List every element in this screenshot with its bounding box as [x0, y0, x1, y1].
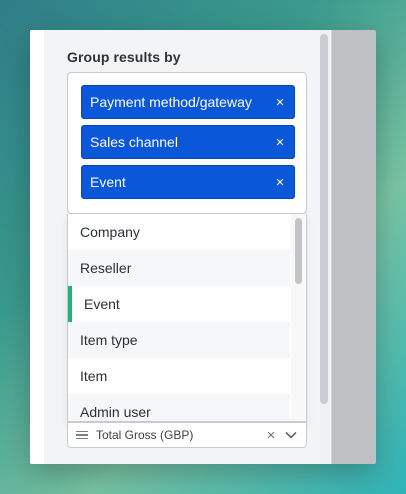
- option-admin-user[interactable]: Admin user: [68, 394, 290, 421]
- selected-tag-event: Event ×: [81, 165, 295, 199]
- option-company[interactable]: Company: [68, 214, 290, 250]
- option-event[interactable]: Event: [68, 286, 290, 322]
- metric-select[interactable]: Total Gross (GBP) ×: [67, 422, 307, 448]
- tag-label: Payment method/gateway: [90, 94, 252, 110]
- selected-tag-sales-channel: Sales channel ×: [81, 125, 295, 159]
- group-results-label: Group results by: [67, 49, 181, 65]
- selected-tag-payment-method: Payment method/gateway ×: [81, 85, 295, 119]
- option-reseller[interactable]: Reseller: [68, 250, 290, 286]
- chevron-down-icon[interactable]: [284, 431, 298, 439]
- panel-left-edge: [30, 30, 44, 464]
- dropdown-scrollbar-thumb[interactable]: [295, 218, 302, 284]
- panel-scrollbar-thumb[interactable]: [320, 34, 328, 404]
- group-options-dropdown: Company Reseller Event Item type Item Ad…: [67, 214, 307, 422]
- side-column: [331, 30, 376, 464]
- option-item-type[interactable]: Item type: [68, 322, 290, 358]
- remove-tag-icon[interactable]: ×: [266, 175, 294, 190]
- remove-tag-icon[interactable]: ×: [266, 135, 294, 150]
- report-builder-window: Group results by Payment method/gateway …: [30, 30, 376, 464]
- metric-value: Total Gross (GBP): [96, 428, 194, 442]
- tag-label: Event: [90, 174, 126, 190]
- drag-handle-icon[interactable]: [76, 430, 88, 440]
- clear-icon[interactable]: ×: [264, 427, 278, 444]
- group-by-selector[interactable]: Payment method/gateway × Sales channel ×…: [67, 72, 307, 214]
- remove-tag-icon[interactable]: ×: [266, 95, 294, 110]
- tag-label: Sales channel: [90, 134, 178, 150]
- option-item[interactable]: Item: [68, 358, 290, 394]
